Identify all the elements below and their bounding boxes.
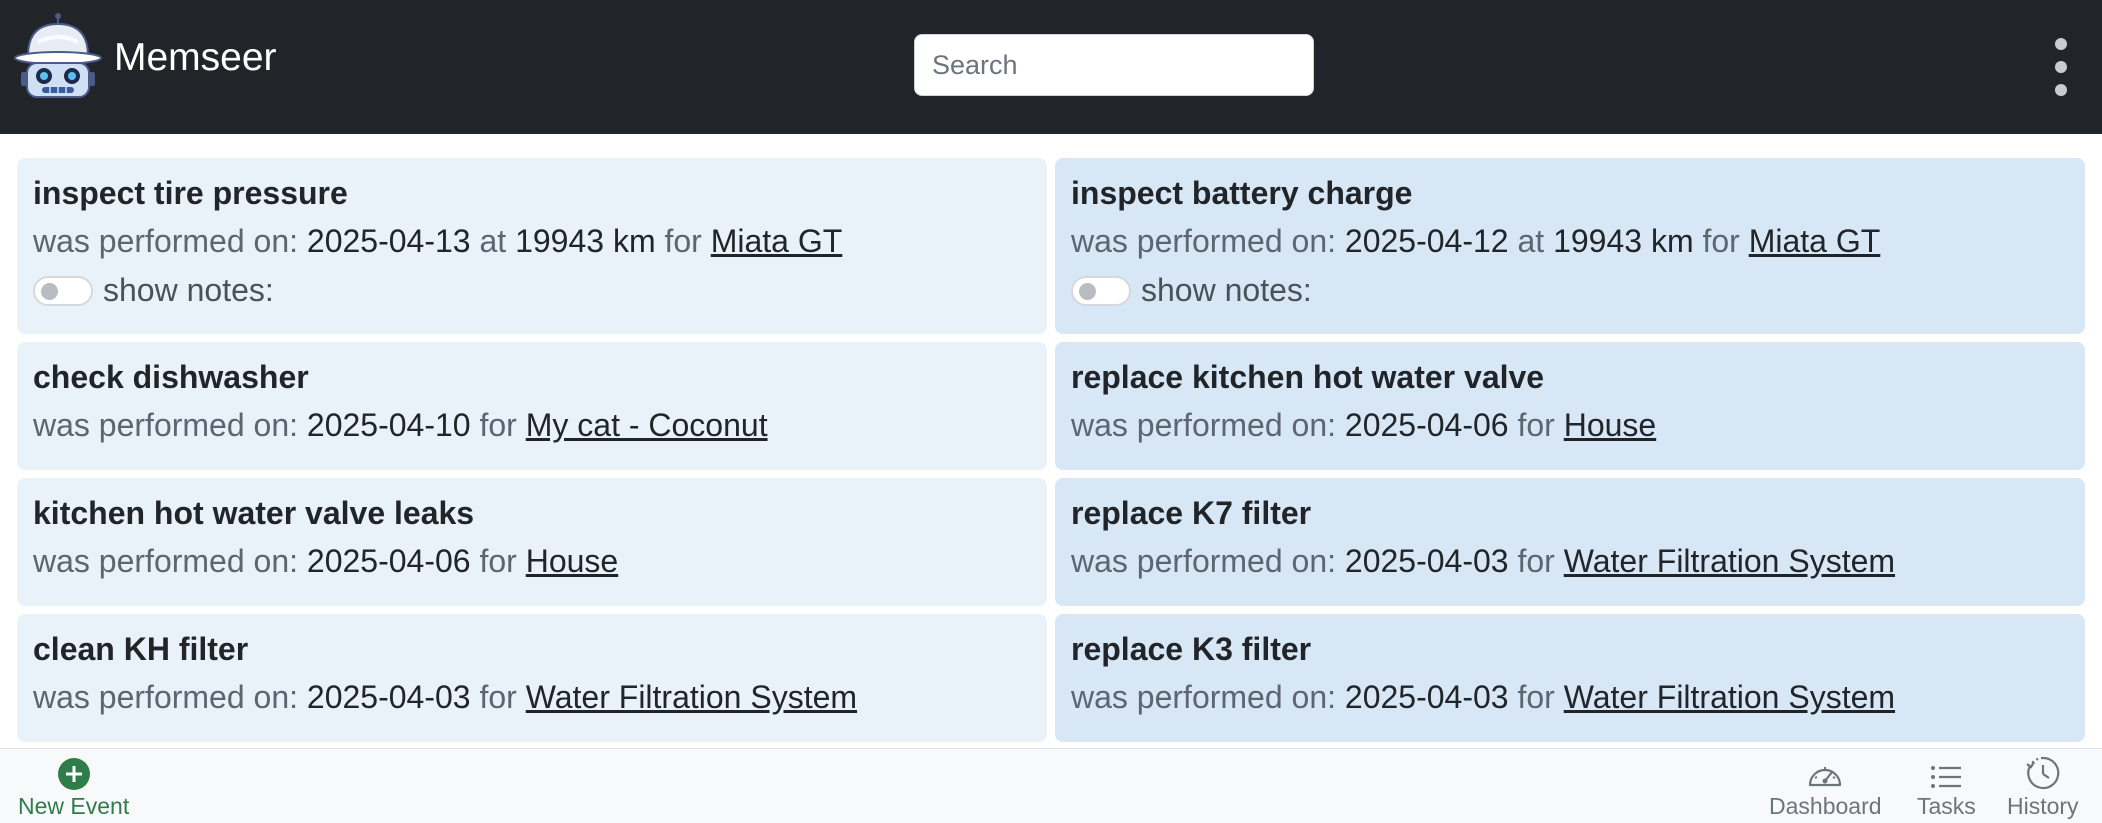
nav-dashboard[interactable]: Dashboard bbox=[1769, 749, 1882, 823]
asset-link[interactable]: Water Filtration System bbox=[1564, 679, 1895, 715]
performed-label: was performed on: bbox=[1071, 223, 1337, 259]
event-mileage: 19943 km bbox=[1553, 223, 1694, 259]
top-navbar: Memseer bbox=[0, 0, 2102, 134]
performed-label: was performed on: bbox=[33, 543, 299, 579]
asset-link[interactable]: Water Filtration System bbox=[526, 679, 857, 715]
kebab-menu-icon[interactable] bbox=[2046, 36, 2076, 98]
for-label: for bbox=[1517, 679, 1555, 715]
toggle-knob bbox=[41, 282, 58, 300]
performed-label: was performed on: bbox=[1071, 543, 1337, 579]
for-label: for bbox=[479, 543, 517, 579]
speedometer-icon bbox=[1809, 767, 1842, 787]
event-date: 2025-04-13 bbox=[306, 223, 471, 259]
performed-label: was performed on: bbox=[33, 679, 299, 715]
event-details: was performed on: 2025-04-13 at 19943 km… bbox=[33, 224, 1031, 258]
nav-dashboard-label: Dashboard bbox=[1769, 793, 1882, 819]
show-notes-label: show notes: bbox=[1141, 272, 1312, 308]
event-date: 2025-04-03 bbox=[306, 679, 471, 715]
event-date: 2025-04-06 bbox=[1344, 407, 1509, 443]
performed-label: was performed on: bbox=[33, 223, 299, 259]
event-date: 2025-04-03 bbox=[1344, 679, 1509, 715]
event-title: inspect battery charge bbox=[1071, 175, 1413, 211]
event-details: was performed on: 2025-04-06 for House bbox=[33, 544, 1031, 578]
at-label: at bbox=[479, 223, 507, 259]
event-date: 2025-04-06 bbox=[306, 543, 471, 579]
event-details: was performed on: 2025-04-12 at 19943 km… bbox=[1071, 224, 2069, 258]
asset-link[interactable]: House bbox=[1564, 407, 1657, 443]
event-title: replace K7 filter bbox=[1071, 495, 1312, 531]
event-title: replace K3 filter bbox=[1071, 631, 1312, 667]
brand-link[interactable]: Memseer bbox=[12, 12, 277, 104]
event-card[interactable]: clean KH filter was performed on: 2025-0… bbox=[17, 614, 1047, 742]
search-input[interactable] bbox=[914, 34, 1314, 96]
history-clock-icon bbox=[2026, 756, 2060, 790]
notes-row: show notes: bbox=[33, 272, 1031, 309]
nav-history[interactable]: History bbox=[2007, 749, 2079, 823]
new-event-label: New Event bbox=[18, 793, 130, 819]
asset-link[interactable]: Miata GT bbox=[711, 223, 843, 259]
for-label: for bbox=[664, 223, 702, 259]
nav-tasks-label: Tasks bbox=[1917, 793, 1976, 819]
performed-label: was performed on: bbox=[1071, 407, 1337, 443]
show-notes-label: show notes: bbox=[103, 272, 274, 308]
toggle-knob bbox=[1079, 282, 1096, 300]
show-notes-toggle[interactable] bbox=[33, 275, 93, 306]
events-grid: inspect tire pressure was performed on: … bbox=[17, 158, 2085, 742]
notes-row: show notes: bbox=[1071, 272, 2069, 309]
asset-link[interactable]: My cat - Coconut bbox=[526, 407, 768, 443]
event-details: was performed on: 2025-04-03 for Water F… bbox=[33, 680, 1031, 714]
event-card[interactable]: replace K3 filter was performed on: 2025… bbox=[1055, 614, 2085, 742]
for-label: for bbox=[1517, 543, 1555, 579]
nav-history-label: History bbox=[2007, 793, 2079, 819]
asset-link[interactable]: House bbox=[526, 543, 619, 579]
event-details: was performed on: 2025-04-03 for Water F… bbox=[1071, 544, 2069, 578]
event-title: check dishwasher bbox=[33, 359, 309, 395]
event-card[interactable]: replace kitchen hot water valve was perf… bbox=[1055, 342, 2085, 470]
app-name: Memseer bbox=[114, 36, 277, 79]
event-card[interactable]: inspect battery charge was performed on:… bbox=[1055, 158, 2085, 334]
event-details: was performed on: 2025-04-06 for House bbox=[1071, 408, 2069, 442]
event-date: 2025-04-10 bbox=[306, 407, 471, 443]
event-title: clean KH filter bbox=[33, 631, 249, 667]
for-label: for bbox=[479, 679, 517, 715]
for-label: for bbox=[1517, 407, 1555, 443]
performed-label: was performed on: bbox=[33, 407, 299, 443]
new-event-button[interactable]: New Event bbox=[18, 749, 129, 823]
event-card[interactable]: inspect tire pressure was performed on: … bbox=[17, 158, 1047, 334]
plus-circle-icon bbox=[57, 758, 90, 790]
event-details: was performed on: 2025-04-03 for Water F… bbox=[1071, 680, 2069, 714]
event-card[interactable]: replace K7 filter was performed on: 2025… bbox=[1055, 478, 2085, 606]
show-notes-toggle[interactable] bbox=[1071, 275, 1131, 306]
asset-link[interactable]: Water Filtration System bbox=[1564, 543, 1895, 579]
for-label: for bbox=[479, 407, 517, 443]
performed-label: was performed on: bbox=[1071, 679, 1337, 715]
event-mileage: 19943 km bbox=[515, 223, 656, 259]
bottom-navbar: New Event Dashboard Tasks History bbox=[0, 748, 2102, 823]
event-date: 2025-04-03 bbox=[1344, 543, 1509, 579]
event-card[interactable]: kitchen hot water valve leaks was perfor… bbox=[17, 478, 1047, 606]
robot-logo-icon bbox=[14, 13, 102, 98]
at-label: at bbox=[1517, 223, 1545, 259]
event-title: replace kitchen hot water valve bbox=[1071, 359, 1545, 395]
event-details: was performed on: 2025-04-10 for My cat … bbox=[33, 408, 1031, 442]
event-title: kitchen hot water valve leaks bbox=[33, 495, 475, 531]
list-icon bbox=[1931, 766, 1962, 788]
nav-tasks[interactable]: Tasks bbox=[1917, 749, 1976, 823]
event-date: 2025-04-12 bbox=[1344, 223, 1509, 259]
asset-link[interactable]: Miata GT bbox=[1749, 223, 1881, 259]
for-label: for bbox=[1702, 223, 1740, 259]
event-card[interactable]: check dishwasher was performed on: 2025-… bbox=[17, 342, 1047, 470]
event-title: inspect tire pressure bbox=[33, 175, 348, 211]
